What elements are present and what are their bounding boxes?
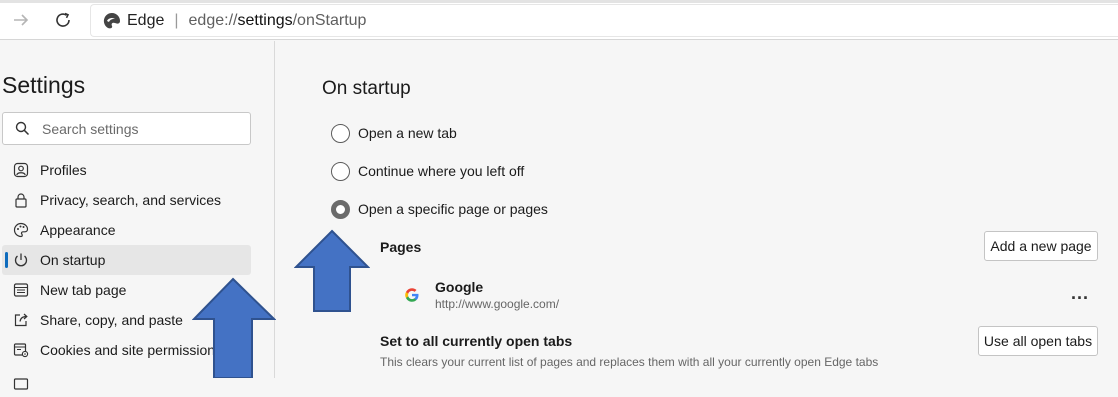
lock-icon: [12, 191, 30, 209]
set-all-tabs-description: This clears your current list of pages a…: [380, 355, 879, 369]
radio-button[interactable]: [331, 123, 350, 143]
google-favicon-icon: [405, 288, 419, 302]
pages-heading: Pages: [380, 239, 422, 255]
option-label: Open a specific page or pages: [358, 201, 548, 217]
palette-icon: [12, 221, 30, 239]
set-all-tabs-heading: Set to all currently open tabs: [380, 333, 573, 349]
search-input[interactable]: [42, 120, 232, 137]
page-name: Google: [435, 279, 484, 295]
refresh-icon: [56, 12, 70, 27]
annotation-arrow-sidebar: [192, 277, 276, 378]
default-browser-icon: [12, 373, 30, 391]
page-url: http://www.google.com/: [435, 297, 560, 311]
sidebar-item-privacy[interactable]: Privacy, search, and services: [2, 185, 251, 215]
sidebar-item-on-startup[interactable]: On startup: [2, 245, 251, 275]
sidebar-item-label: New tab page: [40, 282, 127, 298]
option-open-new-tab[interactable]: Open a new tab: [331, 121, 457, 145]
sidebar-item-label: On startup: [40, 252, 106, 268]
sidebar-item-label: Profiles: [40, 162, 87, 178]
browser-toolbar: Edge | edge://settings/onStartup: [0, 0, 1118, 40]
page-title: On startup: [322, 78, 411, 99]
radio-button-selected[interactable]: [331, 199, 350, 219]
settings-title: Settings: [2, 72, 86, 98]
sidebar-item-profiles[interactable]: Profiles: [2, 155, 251, 185]
annotation-arrow-main: [294, 229, 370, 312]
option-specific-pages[interactable]: Open a specific page or pages: [331, 197, 548, 221]
add-new-page-button[interactable]: Add a new page: [984, 231, 1098, 261]
power-icon: [12, 251, 30, 269]
search-icon: [15, 121, 30, 136]
option-label: Continue where you left off: [358, 163, 525, 179]
share-icon: [12, 311, 30, 329]
cookies-icon: [12, 341, 30, 359]
sidebar-item-label: Share, copy, and paste: [40, 312, 183, 328]
forward-arrow-icon: [14, 14, 29, 26]
sidebar-item-label: Privacy, search, and services: [40, 192, 222, 208]
url-text: edge://settings/onStartup: [188, 11, 367, 29]
search-box[interactable]: [2, 112, 251, 145]
refresh-button[interactable]: [52, 9, 74, 31]
address-separator: |: [174, 11, 179, 29]
radio-button[interactable]: [331, 161, 350, 181]
edge-logo-icon: [103, 12, 120, 28]
option-continue[interactable]: Continue where you left off: [331, 159, 524, 183]
settings-main: On startup Open a new tab Continue where…: [276, 41, 1118, 378]
sidebar-item-label: Appearance: [40, 222, 116, 238]
address-bar[interactable]: Edge | edge://settings/onStartup: [90, 4, 1118, 37]
option-label: Open a new tab: [358, 125, 457, 141]
newtab-icon: [12, 281, 30, 299]
profile-icon: [12, 161, 30, 179]
use-all-open-tabs-button[interactable]: Use all open tabs: [978, 326, 1098, 356]
tab-strip-edge: [0, 0, 1118, 3]
sidebar-item-appearance[interactable]: Appearance: [2, 215, 251, 245]
more-options-button[interactable]: ...: [1068, 281, 1092, 305]
page-entry-google: Google http://www.google.com/: [404, 279, 1104, 315]
browser-brand: Edge: [127, 11, 165, 29]
forward-button[interactable]: [10, 9, 32, 31]
